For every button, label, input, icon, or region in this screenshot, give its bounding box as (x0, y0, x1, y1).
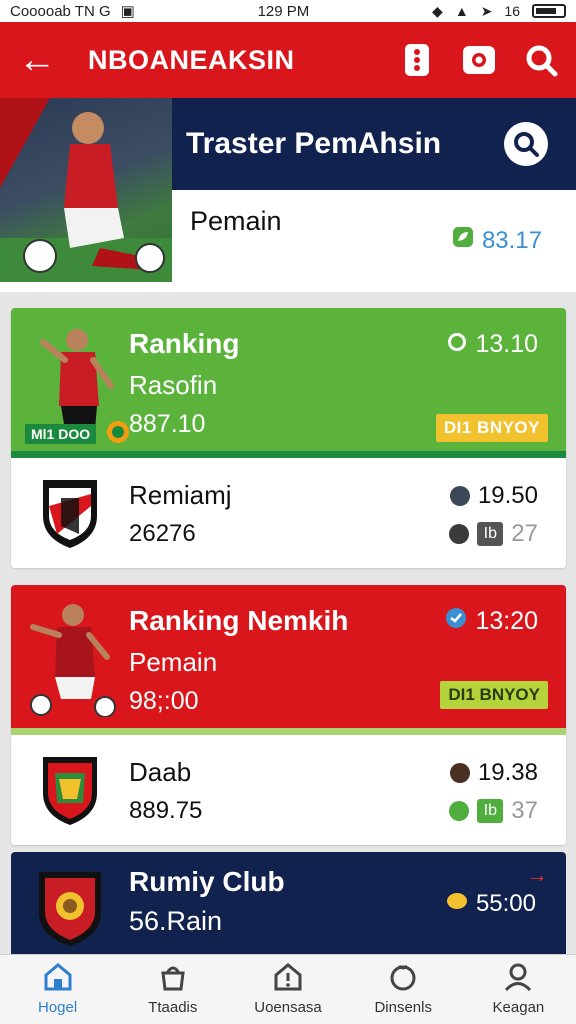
card-2-header: Ranking Nemkih Pemain 98;:00 13:20 DI1 B… (11, 585, 566, 735)
stat-dot-icon (449, 486, 470, 506)
card-1-stat-1-value: 19.50 (477, 482, 538, 509)
card-1-detail-value: 26276 (129, 520, 196, 547)
card-1-time: 13.10 (447, 330, 538, 359)
card-1-stat-2-value: 27 (511, 520, 538, 547)
basket-icon (161, 966, 185, 991)
club-crest-icon (43, 757, 97, 825)
nav-label-dinsenls: Dinsenls (374, 999, 432, 1016)
card-1-stat-box: Ib (477, 522, 504, 546)
card-1-value: 887.10 (129, 410, 206, 438)
app-bar: ← NBOANEAKSIN (0, 22, 576, 98)
app-title: NBOANEAKSIN (88, 44, 295, 75)
hero-score: 83.17 (452, 226, 542, 255)
ranking-card-2[interactable]: Ranking Nemkih Pemain 98;:00 13:20 DI1 B… (11, 585, 566, 845)
alert-house-icon (274, 963, 302, 991)
hero-section: Traster PemAhsin Pemain 83.17 (0, 98, 576, 292)
club-card-stat-value: 55:00 (475, 890, 536, 917)
camera-icon[interactable] (462, 43, 496, 77)
hero-player-photo (0, 98, 172, 282)
search-icon[interactable] (524, 43, 558, 77)
navigation-icon: ➤ (480, 2, 493, 19)
stat-dot-icon (449, 763, 470, 783)
card-2-badge[interactable]: DI1 BNYOY (440, 681, 548, 709)
card-2-detail-title: Daab (129, 757, 192, 787)
nav-label-keagan: Keagan (492, 999, 545, 1016)
back-arrow-icon[interactable]: ← (18, 41, 58, 79)
nav-label-uoensasa: Uoensasa (254, 999, 322, 1016)
ball-icon (390, 964, 416, 991)
card-2-stat-1-value: 19.38 (477, 759, 538, 786)
player-image (30, 604, 116, 717)
check-circle-icon (445, 607, 467, 636)
card-1-time-value: 13.10 (475, 330, 538, 358)
nav-keagan[interactable]: Keagan (461, 955, 576, 1024)
ranking-card-1[interactable]: Ml1 DOO Ranking Rasofin 887.10 13.10 DI1… (11, 308, 566, 568)
card-1-stat-2: Ib 27 (449, 520, 538, 548)
card-1-stat-1: 19.50 (449, 482, 538, 510)
battery-icon (532, 4, 566, 18)
card-2-stat-1: 19.38 (449, 759, 538, 787)
card-2-detail: Daab 889.75 19.38 Ib 37 (11, 735, 566, 845)
signal-icon: ◆ (432, 2, 443, 19)
wifi-icon: ▲ (454, 3, 469, 19)
camera-icon: ▣ (120, 3, 135, 20)
card-2-subtitle: Pemain (129, 647, 218, 677)
stat-dot-icon (449, 801, 470, 821)
card-2-stat-2-value: 37 (511, 797, 538, 824)
more-options-icon[interactable] (400, 43, 434, 77)
card-1-title: Ranking (129, 328, 240, 359)
nav-dinsenls[interactable]: Dinsenls (346, 955, 461, 1024)
card-1-subtitle: Rasofin (129, 370, 218, 400)
card-1-detail: Remiamj 26276 19.50 Ib 27 (11, 458, 566, 568)
mini-tag: Ml1 DOO (25, 420, 130, 447)
club-card[interactable]: Rumiy Club 56.Rain → 55:00 (11, 852, 566, 956)
arrow-right-icon[interactable]: → (526, 862, 548, 888)
card-1-detail-title: Remiamj (129, 480, 232, 510)
user-icon (505, 963, 532, 992)
card-2-time: 13:20 (445, 607, 538, 636)
card-1-header: Ml1 DOO Ranking Rasofin 887.10 13.10 DI1… (11, 308, 566, 458)
card-2-stat-box: Ib (477, 799, 504, 823)
club-card-stat: 55:00 (446, 890, 536, 918)
status-right-text: 16 (504, 3, 520, 19)
status-bar: Cooooab TN G ▣ 129 PM ◆ ▲ ➤ 16 (0, 0, 576, 22)
nav-home[interactable]: Hogel (0, 955, 115, 1024)
card-1-badge[interactable]: DI1 BNYOY (435, 414, 548, 442)
card-2-detail-value: 889.75 (129, 797, 203, 824)
clock-icon (447, 330, 467, 359)
hero-score-value: 83.17 (481, 226, 542, 254)
mini-tag-label: Ml1 DOO (25, 423, 97, 444)
nav-label-home: Hogel (38, 999, 78, 1016)
coin-icon (106, 420, 130, 447)
status-time: 129 PM (257, 2, 310, 20)
nav-uoensasa[interactable]: Uoensasa (230, 955, 345, 1024)
hero-search-icon[interactable] (504, 122, 548, 166)
home-icon (44, 963, 72, 991)
hero-subtitle: Pemain (190, 206, 282, 236)
card-2-time-value: 13:20 (475, 607, 538, 635)
leaf-icon (452, 226, 474, 255)
card-2-stat-2: Ib 37 (449, 797, 538, 825)
card-2-value: 98;:00 (129, 687, 199, 715)
club-card-subtitle: 56.Rain (129, 906, 223, 936)
hero-band: Traster PemAhsin (172, 98, 576, 190)
hero-title: Traster PemAhsin (186, 127, 442, 160)
card-2-title: Ranking Nemkih (129, 605, 349, 636)
nav-label-ttaadis: Ttaadis (148, 999, 198, 1016)
club-crest-icon (39, 872, 101, 946)
status-left-text: Cooooab TN G (10, 2, 111, 20)
nav-ttaadis[interactable]: Ttaadis (115, 955, 230, 1024)
bottom-nav: Hogel Ttaadis Uoensasa Dinsenls Keagan (0, 954, 576, 1024)
stat-dot-icon (449, 524, 470, 544)
club-crest-icon (43, 480, 97, 548)
lemon-icon (446, 890, 468, 918)
club-card-title: Rumiy Club (129, 866, 285, 897)
